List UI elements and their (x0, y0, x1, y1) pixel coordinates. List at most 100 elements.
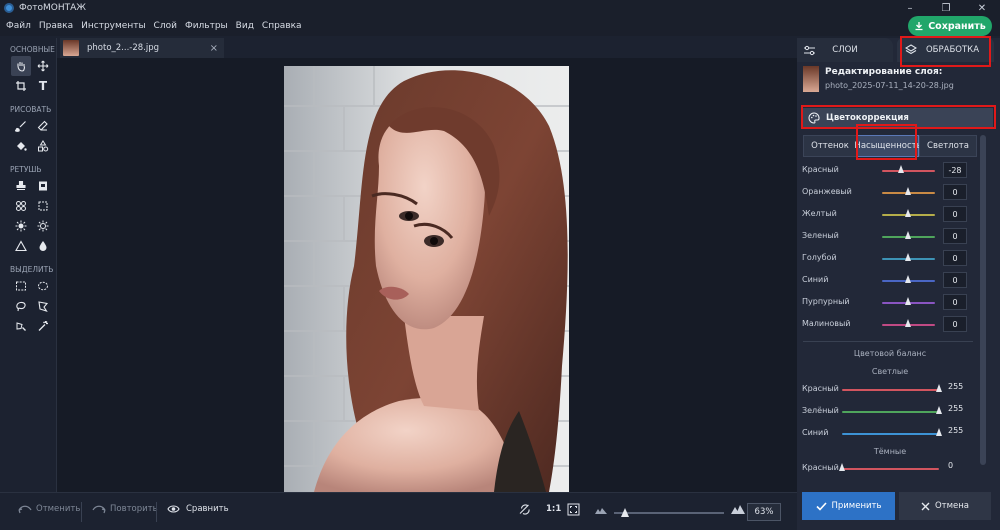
minimize-icon[interactable]: – (892, 0, 928, 16)
sat-slider-handle[interactable] (905, 275, 911, 283)
separator (156, 502, 157, 522)
tab-layers[interactable]: СЛОИ (797, 38, 893, 62)
menu-tools[interactable]: Инструменты (81, 21, 145, 31)
compare-button[interactable]: Сравнить (167, 504, 229, 514)
sat-row: Голубой 0 (802, 249, 972, 269)
sat-slider[interactable] (882, 209, 935, 217)
crop-tool-icon[interactable] (11, 76, 31, 96)
redo-label: Повторить (110, 504, 158, 514)
sat-slider-handle[interactable] (905, 319, 911, 327)
save-button[interactable]: Сохранить (908, 16, 992, 36)
subtab-hue[interactable]: Оттенок (803, 135, 857, 157)
menu-edit[interactable]: Правка (39, 21, 73, 31)
move-tool-icon[interactable] (33, 56, 53, 76)
brush-tool-icon[interactable] (11, 116, 31, 136)
brightness-tool-icon[interactable] (11, 216, 31, 236)
subtab-lightness[interactable]: Светлота (919, 135, 977, 157)
sat-slider-handle[interactable] (905, 297, 911, 305)
bal-slider-handle[interactable] (935, 384, 942, 392)
zoom-in-icon[interactable] (731, 504, 745, 514)
patch-tool-icon[interactable] (33, 176, 53, 196)
polygon-lasso-icon[interactable] (33, 296, 53, 316)
cancel-button[interactable]: Отмена (899, 492, 991, 520)
sat-slider[interactable] (882, 231, 935, 239)
menu-filters[interactable]: Фильтры (185, 21, 228, 31)
menu-layer[interactable]: Слой (154, 21, 177, 31)
sat-row: Оранжевый 0 (802, 183, 972, 203)
sat-slider[interactable] (882, 275, 935, 283)
panel-scrollbar[interactable] (980, 135, 986, 465)
actual-size-button[interactable]: 1:1 (546, 504, 561, 514)
bal-label: Красный (802, 463, 839, 472)
sat-value[interactable]: 0 (943, 316, 967, 332)
tab-processing[interactable]: ОБРАБОТКА (897, 38, 994, 62)
magic-wand-icon[interactable] (33, 316, 53, 336)
sat-slider[interactable] (882, 253, 935, 261)
close-window-icon[interactable]: ✕ (964, 0, 1000, 16)
text-tool-icon[interactable]: T (33, 76, 53, 96)
tool-section-retouch: РЕТУШЬ (10, 165, 42, 174)
save-label: Сохранить (928, 20, 986, 32)
lasso-icon[interactable] (11, 296, 31, 316)
sat-slider[interactable] (882, 187, 935, 195)
bal-slider-handle[interactable] (838, 463, 845, 471)
fill-tool-icon[interactable] (11, 136, 31, 156)
tool-section-select: ВЫДЕЛИТЬ (10, 265, 54, 274)
color-correction-header[interactable]: Цветокоррекция (803, 108, 993, 127)
sat-value[interactable]: 0 (943, 272, 967, 288)
zoom-slider-handle[interactable] (620, 508, 629, 517)
bal-row: Красный 255 (802, 380, 972, 400)
bandage-tool-icon[interactable] (11, 196, 31, 216)
menu-file[interactable]: Файл (6, 21, 31, 31)
bal-slider[interactable] (838, 463, 939, 471)
blur-tool-icon[interactable] (33, 236, 53, 256)
frame-select-tool-icon[interactable] (33, 196, 53, 216)
magic-lasso-icon[interactable] (11, 316, 31, 336)
zoom-value[interactable]: 63% (747, 503, 781, 521)
rotate-button[interactable] (518, 503, 531, 516)
rect-select-icon[interactable] (11, 276, 31, 296)
sat-slider-handle[interactable] (905, 187, 911, 195)
sat-slider-handle[interactable] (897, 165, 904, 173)
restore-icon[interactable]: ❐ (928, 0, 964, 16)
sat-slider-handle[interactable] (905, 231, 911, 239)
sat-value[interactable]: 0 (943, 206, 967, 222)
sat-value[interactable]: 0 (943, 228, 967, 244)
sat-slider-handle[interactable] (905, 253, 911, 261)
eraser-tool-icon[interactable] (33, 116, 53, 136)
zoom-slider[interactable] (614, 508, 724, 517)
menu-view[interactable]: Вид (236, 21, 254, 31)
bal-slider-handle[interactable] (935, 428, 942, 436)
stamp-tool-icon[interactable] (11, 176, 31, 196)
fit-screen-button[interactable] (567, 503, 580, 516)
sat-row: Красный -28 (802, 161, 972, 181)
apply-button[interactable]: Применить (802, 492, 895, 520)
sharpen-tool-icon[interactable] (11, 236, 31, 256)
canvas-area[interactable] (57, 58, 797, 492)
sat-slider-handle[interactable] (905, 209, 911, 217)
menu-help[interactable]: Справка (262, 21, 302, 31)
bal-slider-handle[interactable] (935, 406, 942, 414)
sat-slider[interactable] (882, 297, 935, 305)
close-tab-icon[interactable]: × (210, 43, 218, 54)
shapes-tool-icon[interactable] (33, 136, 53, 156)
zoom-out-icon[interactable] (595, 506, 607, 514)
sat-value[interactable]: -28 (943, 162, 967, 178)
dimmer-tool-icon[interactable] (33, 216, 53, 236)
bal-slider[interactable] (842, 406, 942, 414)
undo-button[interactable]: Отменить (18, 504, 80, 514)
hand-tool-icon[interactable] (11, 56, 31, 76)
sat-value[interactable]: 0 (943, 250, 967, 266)
sat-slider[interactable] (882, 319, 935, 327)
subtab-saturation[interactable]: Насыщенность (854, 135, 922, 157)
document-tab-label: photo_2...-28.jpg (87, 43, 160, 53)
ellipse-select-icon[interactable] (33, 276, 53, 296)
sat-value[interactable]: 0 (943, 294, 967, 310)
bal-slider[interactable] (842, 428, 942, 436)
lights-title: Светлые (871, 367, 909, 376)
sat-value[interactable]: 0 (943, 184, 967, 200)
sat-slider[interactable] (882, 165, 935, 173)
bal-slider[interactable] (842, 384, 942, 392)
document-tab[interactable]: photo_2...-28.jpg × (60, 38, 224, 58)
redo-button[interactable]: Повторить (92, 504, 158, 514)
